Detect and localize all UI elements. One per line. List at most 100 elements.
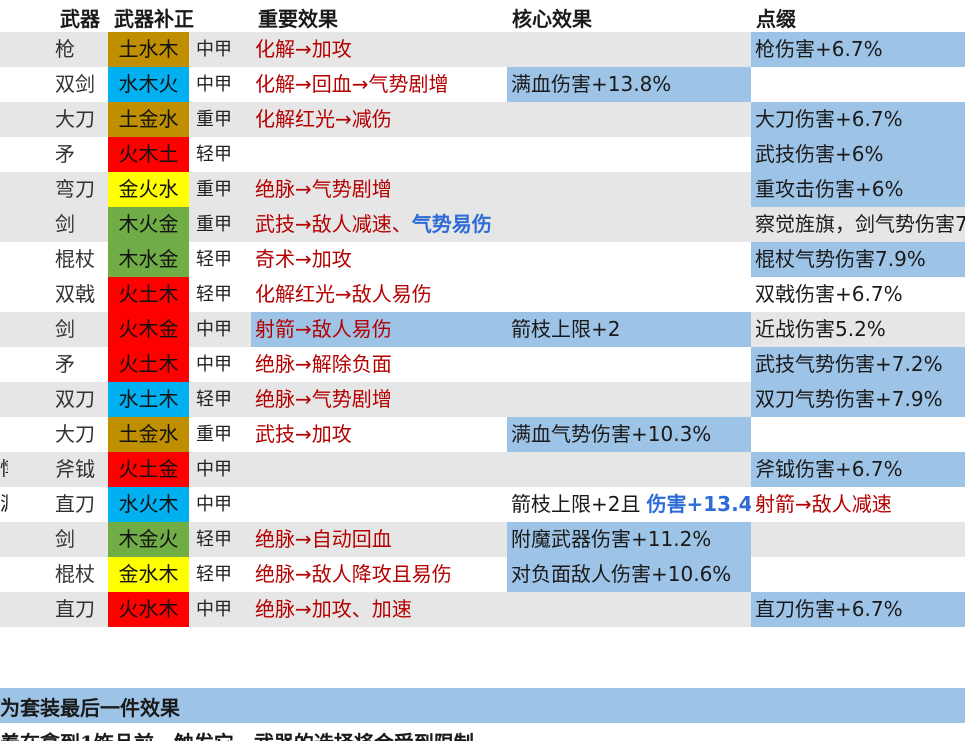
effect-cell: 绝脉→敌人降攻且易伤 (251, 557, 507, 592)
element-cell: 土金水 (108, 102, 189, 137)
armor-cell: 轻甲 (196, 249, 232, 270)
core-cell: 对负面敌人伤害+10.6% (507, 557, 751, 592)
deco-cell: 棍杖气势伤害7.9% (751, 242, 965, 277)
weapon-cell: 剑 (55, 527, 75, 551)
hero-name-edge: 渊 (0, 487, 8, 522)
hero-name-edge (0, 312, 8, 347)
element-cell: 木火金 (108, 207, 189, 242)
deco-cell: 直刀伤害+6.7% (751, 592, 965, 627)
core-cell: 箭枝上限+2且伤害+13.4% (507, 487, 751, 522)
hero-name-edge: 惇 (0, 452, 8, 487)
armor-cell: 重甲 (196, 109, 232, 130)
element-cell: 土金水 (108, 417, 189, 452)
effect-cell: 绝脉→自动回血 (251, 522, 507, 557)
element-cell: 火土木 (108, 347, 189, 382)
deco-cell (751, 557, 965, 592)
effect-cell: 化解→回血→气势剧增 (251, 67, 507, 102)
table-row: 大刀 土金水 重甲 化解红光→减伤 大刀伤害+6.7% (0, 102, 965, 137)
header-deco: 点缀 (756, 7, 796, 31)
element-cell: 火木土 (108, 137, 189, 172)
deco-cell (751, 522, 965, 557)
element-cell: 火土金 (108, 452, 189, 487)
table-row: 惇 斧钺火土金中甲 斧钺伤害+6.7% (0, 452, 965, 487)
core-cell (507, 172, 751, 207)
table-row: 棍杖 金水木 轻甲 绝脉→敌人降攻且易伤 对负面敌人伤害+10.6% (0, 557, 965, 592)
hero-name-edge (0, 207, 8, 242)
deco-cell: 斧钺伤害+6.7% (751, 452, 965, 487)
effect-cell: 化解红光→敌人易伤 (251, 277, 507, 312)
element-cell: 金火水 (108, 172, 189, 207)
table-row: 双刀 水土木 轻甲 绝脉→气势剧增 双刀气势伤害+7.9% (0, 382, 965, 417)
armor-cell: 中甲 (196, 599, 232, 620)
core-cell: 满血气势伤害+10.3% (507, 417, 751, 452)
table-row: 双戟 火土木 轻甲 化解红光→敌人易伤 双戟伤害+6.7% (0, 277, 965, 312)
core-cell (507, 277, 751, 312)
table-row: 枪 土水木 中甲 化解→加攻 枪伤害+6.7% (0, 32, 965, 67)
header-element: 武器补正 (114, 7, 194, 31)
effect-text: 化解→加攻 (255, 37, 352, 61)
core-cell (507, 32, 751, 67)
core-text: 满血气势伤害+10.3% (511, 422, 712, 446)
weapon-cell: 弯刀 (55, 177, 95, 201)
table-row: 矛 火土木 中甲 绝脉→解除负面 武技气势伤害+7.2% (0, 347, 965, 382)
weapon-cell: 双刀 (55, 387, 95, 411)
element-cell: 水土木 (108, 382, 189, 417)
element-cell: 水火木 (108, 487, 189, 522)
effect-text: 化解红光→敌人易伤 (255, 282, 432, 306)
weapon-cell: 枪 (55, 37, 75, 61)
core-cell (507, 382, 751, 417)
table-row: 弯刀 金火水 重甲 绝脉→气势剧增 重攻击伤害+6% (0, 172, 965, 207)
weapon-cell: 剑 (55, 317, 75, 341)
core-cell (507, 452, 751, 487)
core-cell (507, 207, 751, 242)
core-cell: 箭枝上限+2 (507, 312, 751, 347)
header-effect: 重要效果 (258, 7, 338, 31)
core-cell (507, 347, 751, 382)
effect-text: 武技→敌人减速、 (255, 212, 412, 236)
hero-name-edge (0, 102, 8, 137)
table-row: 剑 火木金 中甲 射箭→敌人易伤 箭枝上限+2 近战伤害5.2% (0, 312, 965, 347)
hero-name-edge (0, 347, 8, 382)
effect-cell: 绝脉→气势剧增 (251, 382, 507, 417)
weapon-cell: 直刀 (55, 492, 95, 516)
element-cell: 水木火 (108, 67, 189, 102)
core-cell: 满血伤害+13.8% (507, 67, 751, 102)
effect-cell: 绝脉→气势剧增 (251, 172, 507, 207)
core-text: 箭枝上限+2且 (511, 492, 641, 516)
table-row: 矛 火木土 轻甲 武技伤害+6% (0, 137, 965, 172)
deco-cell: 枪伤害+6.7% (751, 32, 965, 67)
armor-cell: 中甲 (196, 354, 232, 375)
header-weapon: 武器 (60, 7, 100, 31)
element-cell: 火土木 (108, 277, 189, 312)
core-cell (507, 592, 751, 627)
hero-name-edge (0, 382, 8, 417)
deco-cell: 射箭→敌人减速 (755, 492, 892, 516)
core-cell (507, 242, 751, 277)
effect-text: 绝脉→自动回血 (255, 527, 392, 551)
footer-note-cut: 着在拿到1饰品前，触发它，武器的选择将会受到限制 (0, 727, 965, 741)
effect-text: 绝脉→解除负面 (255, 352, 392, 376)
effect-cell: 武技→加攻 (251, 417, 507, 452)
hero-name-edge (0, 277, 8, 312)
armor-cell: 轻甲 (196, 529, 232, 550)
effect-cell: 奇术→加攻 (251, 242, 507, 277)
element-cell: 火木金 (108, 312, 189, 347)
deco-cell (751, 67, 965, 102)
weapon-cell: 双剑 (55, 72, 95, 96)
effect-cell: 射箭→敌人易伤 (251, 312, 507, 347)
armor-cell: 中甲 (196, 494, 232, 515)
core-cell (507, 137, 751, 172)
deco-cell: 大刀伤害+6.7% (751, 102, 965, 137)
effect-text: 射箭→敌人易伤 (255, 317, 392, 341)
table-row: 大刀 土金水 重甲 武技→加攻 满血气势伤害+10.3% (0, 417, 965, 452)
effect-text: 绝脉→气势剧增 (255, 177, 392, 201)
core-text: 箭枝上限+2 (511, 317, 621, 341)
deco-cell: 双戟伤害+6.7% (755, 282, 903, 306)
armor-cell: 中甲 (196, 319, 232, 340)
effect-cell: 化解→加攻 (251, 32, 507, 67)
deco-cell: 双刀气势伤害+7.9% (751, 382, 965, 417)
effect-text: 绝脉→气势剧增 (255, 387, 392, 411)
footer-note: 为套装最后一件效果 (0, 688, 965, 723)
effect-cell: 绝脉→加攻、加速 (251, 592, 507, 627)
core-cell: 附魔武器伤害+11.2% (507, 522, 751, 557)
